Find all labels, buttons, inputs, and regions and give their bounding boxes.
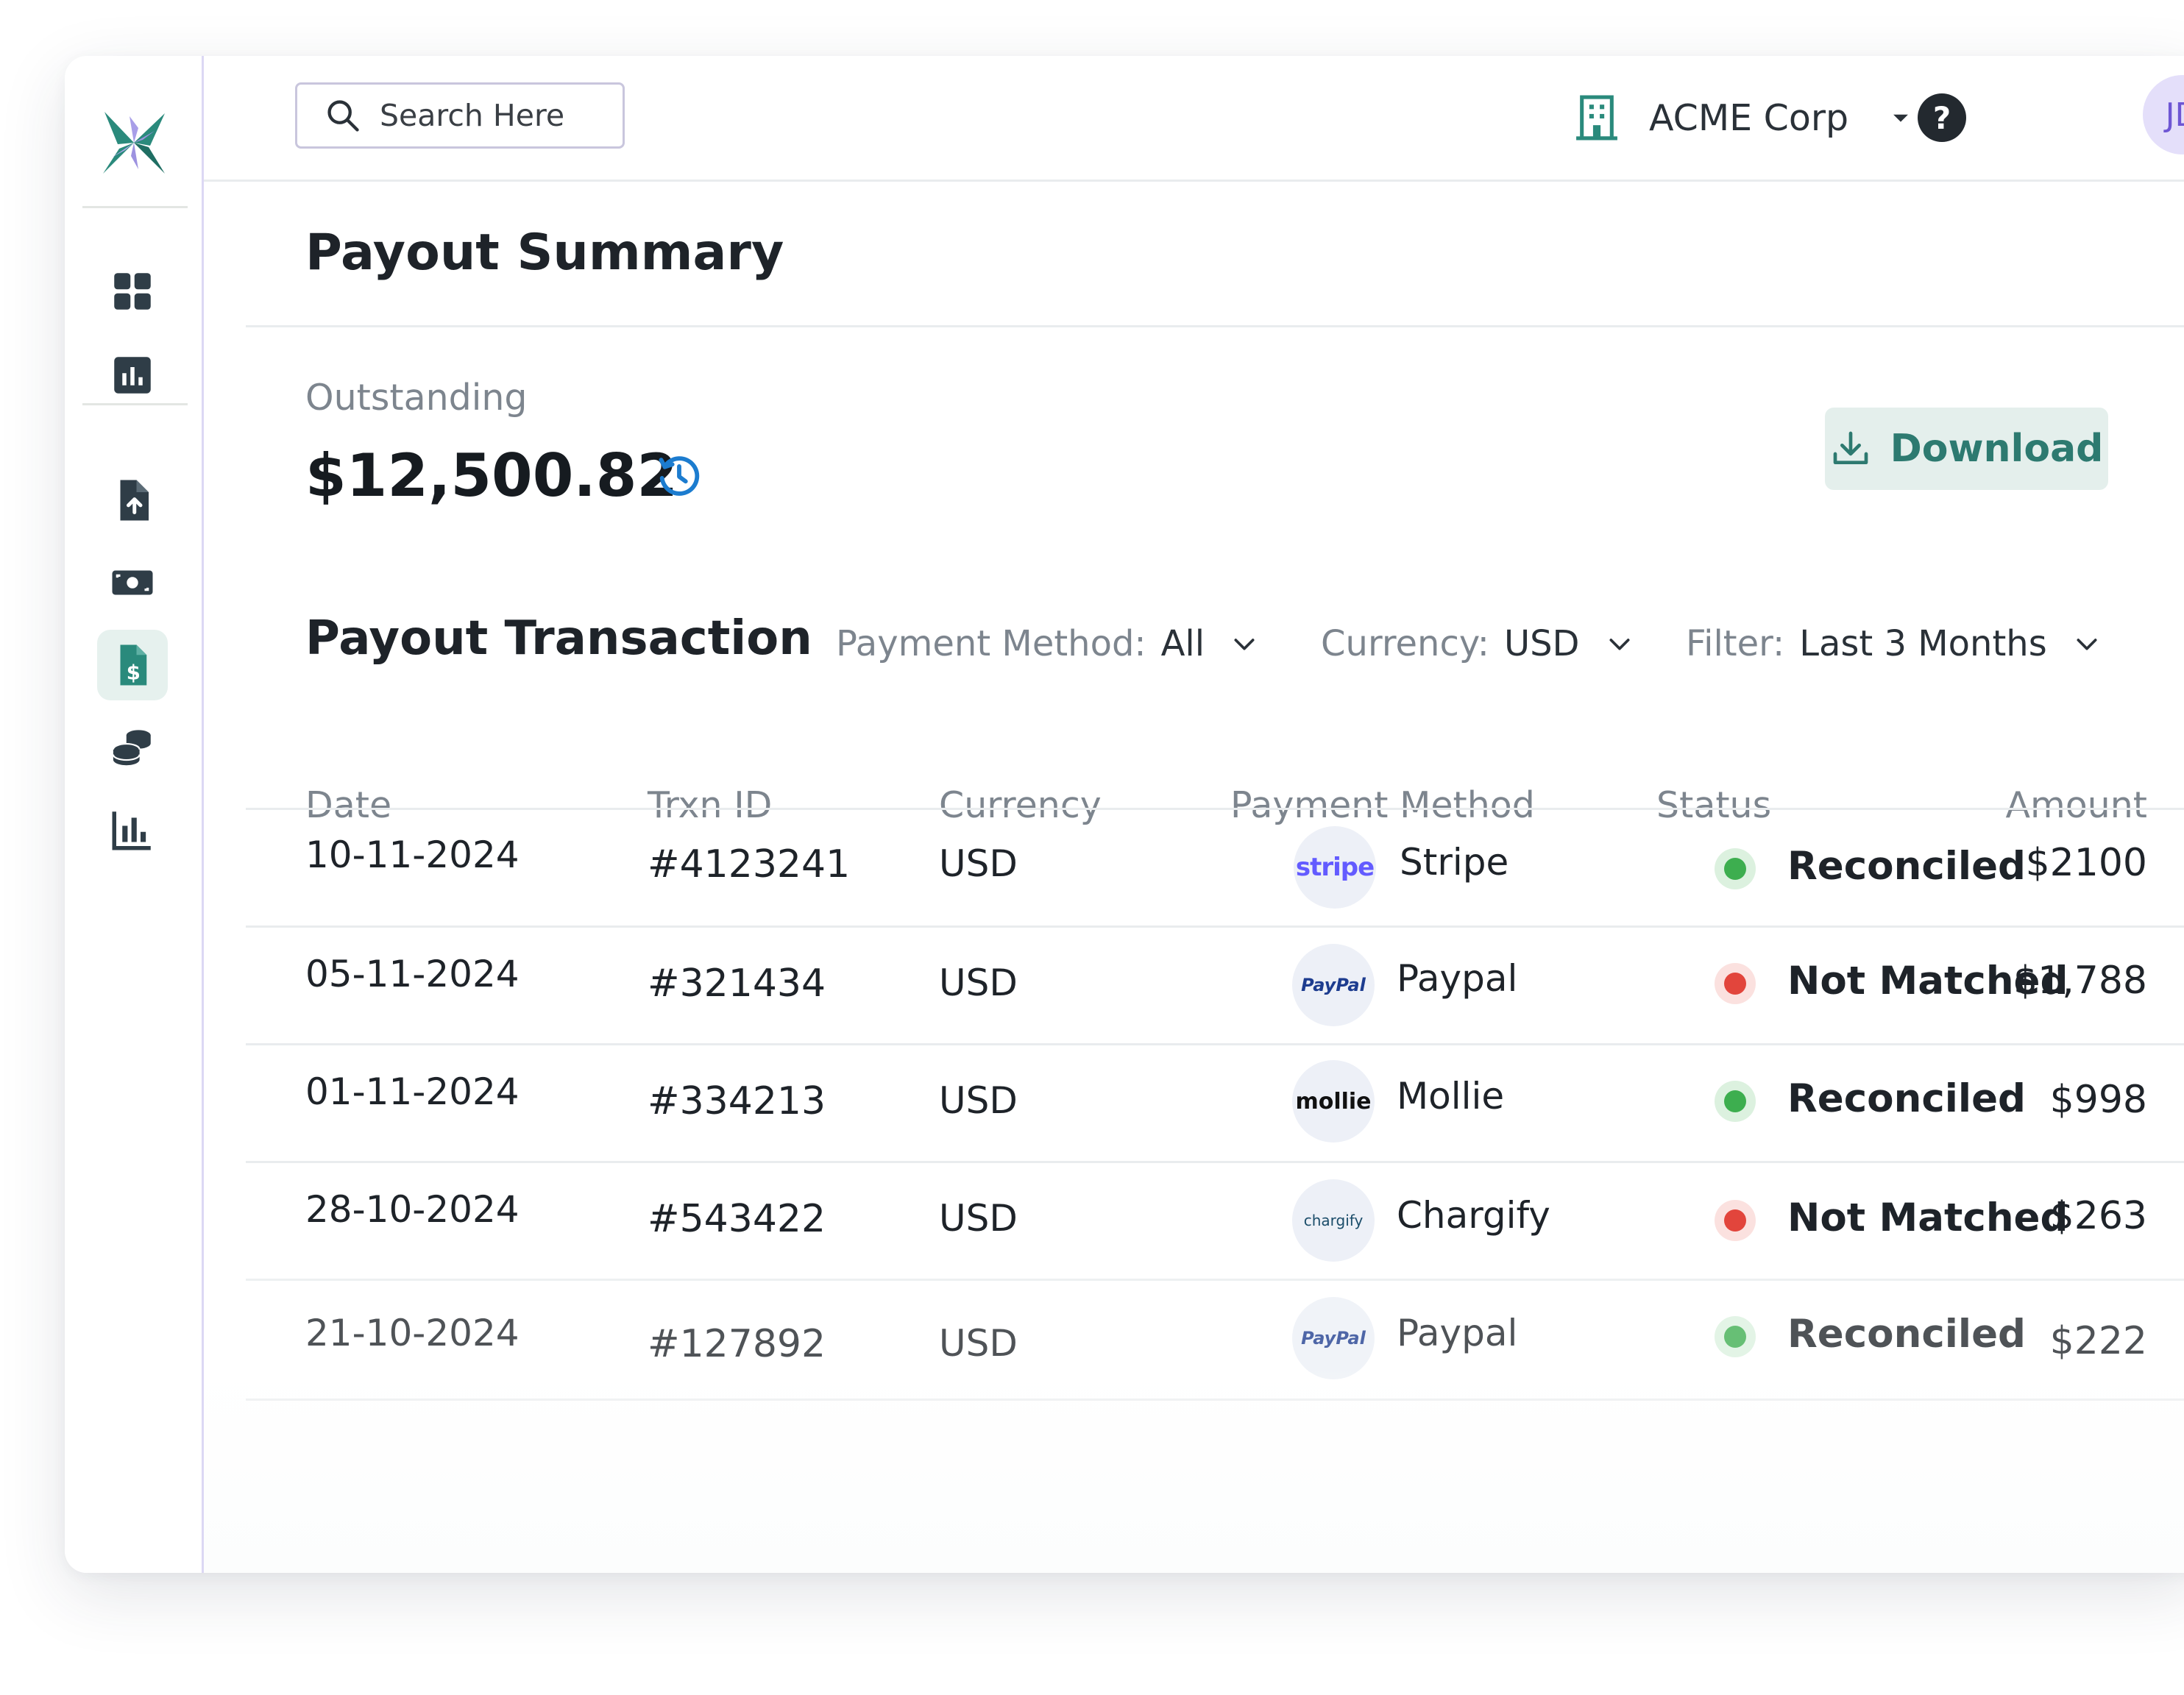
section-title: Payout Transaction [305,611,812,666]
status-badge: Reconciled [1787,1312,2026,1357]
chevron-down-icon [1609,639,1629,650]
row-amount: $222 [2049,1319,2147,1363]
chevron-down-icon [1234,639,1255,650]
sidebar-divider [82,206,188,208]
status-badge: Reconciled [1787,844,2026,889]
refresh-history-icon[interactable] [653,450,705,502]
title-divider [246,325,2184,327]
filter-label: Filter: [1686,623,1785,664]
org-name: ACME Corp [1649,96,1849,139]
status-badge: Reconciled [1787,1076,2026,1121]
stripe-logo-icon: stripe [1294,826,1376,909]
row-amount: $1,788 [2013,959,2147,1003]
status-reconciled-dot [1715,848,1756,889]
row-date: 21-10-2024 [305,1312,520,1354]
row-trxn-id: #321434 [648,962,826,1006]
filter-value: Last 3 Months [1799,623,2047,664]
sidebar-item-upload[interactable] [97,465,168,536]
user-initials: JD [2165,96,2184,134]
row-currency: USD [939,1322,1018,1365]
download-icon [1833,431,1868,464]
top-bar: ACME Corp ? JD [204,56,2184,182]
sidebar-item-reports[interactable] [97,795,168,865]
table-row[interactable]: 10-11-2024 #4123241 USD stripe Stripe Re… [246,808,2184,928]
chargify-logo-icon: chargify [1292,1179,1375,1262]
org-switcher[interactable]: ACME Corp [1574,91,1913,144]
table-row[interactable]: 28-10-2024 #543422 USD chargify Chargify… [246,1161,2184,1281]
outstanding-label: Outstanding [305,377,528,419]
sidebar-item-dashboard[interactable] [97,256,168,327]
invoice-dollar-icon: $ [120,644,147,686]
search-icon [327,100,359,132]
status-reconciled-dot [1715,1316,1756,1357]
download-button[interactable]: Download [1825,408,2108,490]
row-trxn-id: #4123241 [648,842,851,886]
search-box[interactable] [295,82,625,149]
help-button[interactable]: ? [1918,93,1966,142]
row-date: 10-11-2024 [305,834,520,876]
coins-icon [112,730,151,766]
caret-down-icon [1893,114,1909,122]
row-trxn-id: #543422 [648,1197,826,1241]
row-date: 01-11-2024 [305,1070,520,1113]
row-currency: USD [939,1079,1018,1122]
download-label: Download [1890,427,2104,471]
filter-value: All [1160,623,1205,664]
outstanding-amount: $12,500.82 [305,441,678,510]
status-not-matched-dot [1715,963,1756,1004]
row-date: 28-10-2024 [305,1188,520,1231]
pinwheel-logo-icon[interactable] [97,106,171,180]
sidebar-item-cash[interactable] [97,547,168,618]
payment-method-filter[interactable]: Payment Method: All [836,618,1259,669]
table-row[interactable]: 01-11-2024 #334213 USD mollie Mollie Rec… [246,1043,2184,1163]
search-input[interactable] [378,97,602,134]
filter-label: Payment Method: [836,623,1146,664]
filter-label: Currency: [1321,623,1489,664]
row-trxn-id: #334213 [648,1079,826,1123]
row-date: 05-11-2024 [305,953,520,995]
sidebar-item-analytics[interactable] [97,340,168,411]
file-upload-icon [120,480,149,521]
row-payment-method: Paypal [1397,957,1518,1000]
svg-text:$: $ [127,661,141,684]
bar-chart-icon [112,811,151,850]
row-payment-method: Paypal [1397,1312,1518,1354]
sidebar: $ [65,56,204,1573]
status-badge: Not Matched [1787,1195,2068,1240]
bar-chart-square-icon [114,357,151,394]
row-amount: $263 [2049,1194,2147,1238]
sidebar-divider [82,403,188,405]
page-title: Payout Summary [305,224,784,282]
row-payment-method: Mollie [1397,1075,1505,1117]
row-currency: USD [939,842,1018,885]
row-amount: $2100 [2025,841,2147,885]
user-avatar[interactable]: JD [2143,75,2184,154]
date-range-filter[interactable]: Filter: Last 3 Months [1686,618,2102,669]
grid-icon [114,273,151,310]
row-currency: USD [939,1197,1018,1240]
row-amount: $998 [2049,1078,2147,1122]
row-currency: USD [939,962,1018,1004]
chevron-down-icon [2077,639,2097,650]
cash-icon [112,570,153,595]
row-payment-method: Stripe [1400,841,1509,884]
row-trxn-id: #127892 [648,1322,826,1366]
help-icon: ? [1932,99,1951,136]
filter-value: USD [1503,623,1580,664]
sidebar-item-payouts[interactable]: $ [97,630,168,700]
app-window: $ Search Here ACME Corp ? J Payout Summa… [65,56,2184,1573]
building-icon [1576,95,1617,141]
table-row[interactable]: 05-11-2024 #321434 USD PayPal Paypal Not… [246,925,2184,1045]
sidebar-item-coins[interactable] [97,712,168,783]
bottom-fade [204,1362,2184,1573]
mollie-logo-icon: mollie [1292,1060,1375,1143]
status-not-matched-dot [1715,1200,1756,1241]
status-reconciled-dot [1715,1081,1756,1122]
currency-filter[interactable]: Currency: USD [1321,618,1634,669]
row-payment-method: Chargify [1397,1194,1550,1237]
paypal-logo-icon: PayPal [1292,944,1375,1026]
